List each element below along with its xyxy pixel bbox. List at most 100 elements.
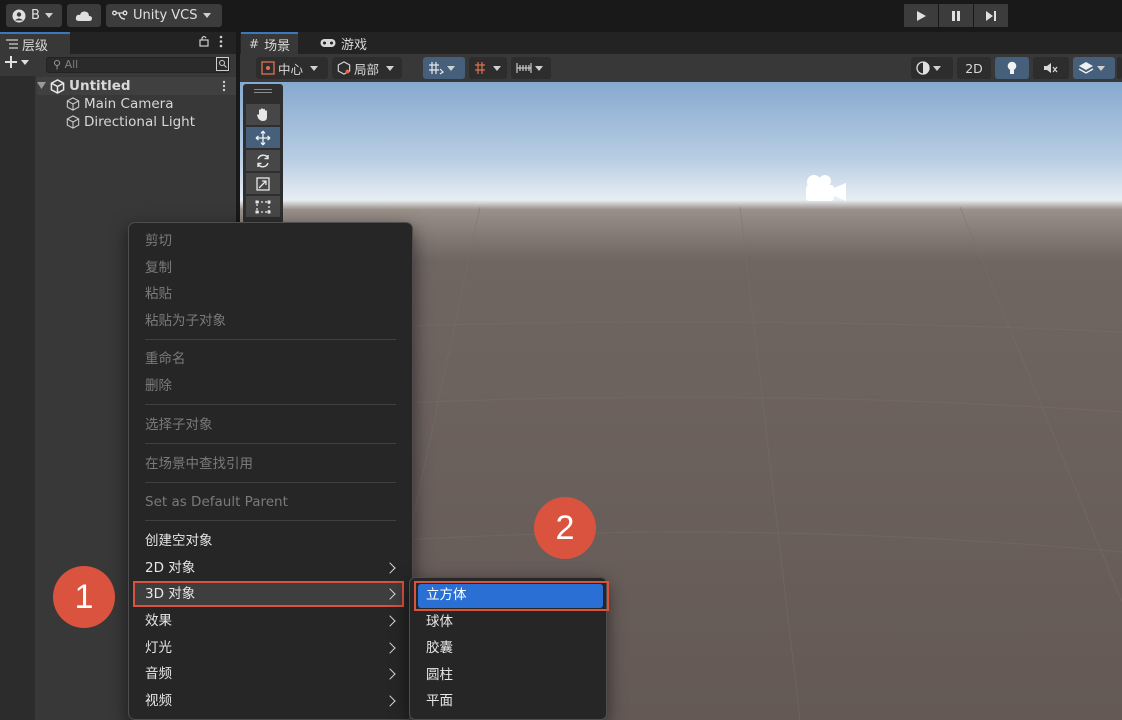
tab-game[interactable]: 游戏 [312,32,375,54]
menu-item-video[interactable]: 视频 [145,690,172,712]
submenu-item-plane[interactable]: 平面 [426,690,453,712]
menu-separator [145,482,396,483]
menu-item-effects[interactable]: 效果 [145,610,172,632]
menu-item-3d-object[interactable]: 3D 对象 [145,583,195,605]
pivot-center-dropdown[interactable]: 中心 [256,57,328,79]
add-object-button[interactable] [5,56,29,68]
effects-dropdown[interactable] [1073,57,1115,79]
play-button[interactable] [904,4,938,27]
account-button[interactable]: B [6,4,62,27]
submenu-item-capsule[interactable]: 胶囊 [426,637,453,659]
search-options-icon[interactable] [216,57,229,75]
step-badge-2: 2 [534,497,596,559]
version-control-button[interactable]: Unity VCS [106,4,222,27]
hierarchy-item[interactable]: Main Camera [66,95,174,113]
drag-handle-icon[interactable] [254,89,272,93]
submenu-item-cylinder[interactable]: 圆柱 [426,664,453,686]
ruler-icon [516,63,532,73]
submenu-item-sphere[interactable]: 球体 [426,611,453,633]
chevron-down-icon [493,65,501,71]
account-label: B [31,8,40,23]
kebab-menu-icon[interactable] [219,35,223,52]
lightbulb-icon [1007,61,1017,74]
menu-separator [145,443,396,444]
shading-mode-dropdown[interactable] [911,57,953,79]
grid-icon: # [249,37,260,51]
menu-item-cut: 剪切 [145,233,172,249]
chevron-down-icon [535,65,543,71]
scale-icon [256,176,270,191]
plus-icon [5,56,17,68]
hierarchy-item-label: Directional Light [84,114,195,130]
scale-tool-button[interactable] [246,173,280,194]
menu-item-find-references: 在场景中查找引用 [145,456,253,472]
camera-gizmo-icon [806,175,846,201]
2d-mode-button[interactable]: 2D [957,57,991,79]
list-icon [6,39,18,49]
tab-scene-label: 场景 [264,38,291,54]
hierarchy-item[interactable]: Directional Light [66,113,195,131]
gamepad-icon [320,39,336,47]
chevron-down-icon [447,65,455,71]
submenu-item-cube[interactable]: 立方体 [426,584,467,606]
rect-transform-icon [255,200,271,213]
chevron-down-icon [21,59,29,65]
account-icon [12,9,26,22]
menu-item-delete: 删除 [145,378,172,394]
increment-snap-icon [475,62,485,74]
audio-toggle[interactable] [1033,57,1069,79]
lighting-toggle[interactable] [995,57,1029,79]
menu-item-create-empty[interactable]: 创建空对象 [145,530,213,552]
unity-scene-icon [50,78,65,94]
chevron-down-icon [44,13,53,18]
menu-item-copy: 复制 [145,260,172,276]
step-icon [986,10,996,21]
pivot-label: 中心 [278,61,304,77]
layers-icon [1078,62,1094,74]
scene-row[interactable]: Untitled [37,77,236,95]
pause-icon [952,10,960,21]
vcs-label: Unity VCS [133,8,198,23]
menu-separator [145,339,396,340]
branch-icon [112,10,128,20]
menu-item-audio[interactable]: 音频 [145,663,172,685]
space-local-dropdown[interactable]: 局部 [332,57,402,79]
pivot-icon [261,61,275,75]
tab-hierarchy[interactable]: 层级 [0,32,70,54]
pause-button[interactable] [939,4,973,27]
mute-icon [1044,63,1058,73]
gameobject-cube-icon [66,115,80,129]
2d-mode-label: 2D [965,60,983,76]
lock-icon[interactable] [199,35,209,50]
menu-item-paste: 粘贴 [145,286,172,302]
rotate-tool-button[interactable] [246,150,280,171]
snap-grid-icon [429,62,444,75]
hierarchy-gutter [0,76,35,720]
rect-tool-button[interactable] [246,196,280,217]
play-icon [917,10,926,21]
tab-scene[interactable]: # 场景 [241,32,299,54]
step-badge-1: 1 [53,566,115,628]
cloud-button[interactable] [67,4,101,27]
move-arrows-icon [255,130,271,145]
move-tool-button[interactable] [246,127,280,148]
chevron-down-icon [202,13,211,18]
menu-item-select-children: 选择子对象 [145,417,213,433]
chevron-down-icon [933,65,941,71]
ruler-button[interactable] [511,57,551,79]
hierarchy-item-label: Main Camera [84,96,174,112]
menu-item-2d-object[interactable]: 2D 对象 [145,557,195,579]
step-button[interactable] [974,4,1008,27]
menu-item-light[interactable]: 灯光 [145,637,172,659]
cube-icon [337,61,351,75]
search-placeholder: All [64,58,79,71]
hand-tool-button[interactable] [246,104,280,125]
hierarchy-search-input[interactable]: ⚲ All [46,57,230,73]
kebab-menu-icon[interactable] [222,80,226,92]
cloud-icon [75,10,92,21]
chevron-down-icon [310,65,319,71]
rotate-icon [257,154,269,167]
grid-snap-button[interactable] [423,57,465,79]
overflow-button[interactable] [1117,57,1122,79]
increment-snap-button[interactable] [469,57,507,79]
